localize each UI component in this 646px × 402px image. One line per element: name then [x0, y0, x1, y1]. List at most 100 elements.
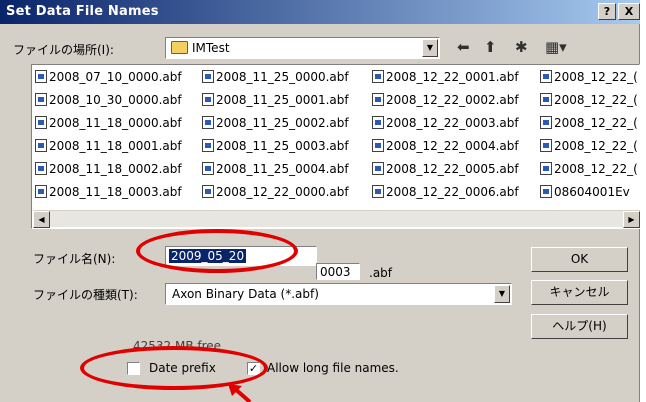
abf-file-icon — [372, 70, 384, 83]
abf-file-icon — [35, 116, 47, 129]
file-list-item[interactable]: 2008_12_22_0000.abf — [202, 183, 349, 201]
abf-file-icon — [372, 93, 384, 106]
counter-input[interactable]: 0003 — [316, 263, 360, 280]
help-button[interactable]: ヘルプ(H) — [531, 314, 628, 339]
file-list-item[interactable]: 2008_11_18_0002.abf — [35, 160, 182, 178]
location-value: IMTest — [192, 41, 230, 55]
file-list-item[interactable]: 2008_12_22_( — [540, 114, 637, 132]
horizontal-scrollbar[interactable]: ◀ ▶ — [33, 210, 640, 228]
file-list-item[interactable]: 2008_11_18_0001.abf — [35, 137, 182, 155]
file-list-item[interactable]: 2008_12_22_0001.abf — [372, 68, 519, 86]
annotation-circle-filename — [136, 229, 298, 273]
file-list-item[interactable]: 2008_07_10_0000.abf — [35, 68, 182, 86]
abf-file-icon — [35, 139, 47, 152]
file-list-item[interactable]: 2008_10_30_0000.abf — [35, 91, 182, 109]
file-name: 2008_12_22_( — [554, 116, 637, 130]
file-name: 2008_12_22_0001.abf — [386, 70, 519, 84]
back-icon[interactable]: ⬅ — [457, 39, 470, 55]
help-icon[interactable]: ? — [598, 3, 616, 20]
file-name: 2008_11_18_0001.abf — [49, 139, 182, 153]
annotation-arrow-icon — [228, 384, 252, 402]
cancel-button[interactable]: キャンセル — [531, 280, 628, 305]
file-list-item[interactable]: 2008_12_22_( — [540, 91, 637, 109]
extension-label: .abf — [369, 266, 393, 280]
abf-file-icon — [35, 70, 47, 83]
abf-file-icon — [540, 70, 552, 83]
file-list-item[interactable]: 2008_12_22_0005.abf — [372, 160, 519, 178]
file-name: 2008_12_22_0004.abf — [386, 139, 519, 153]
scroll-right-icon[interactable]: ▶ — [623, 211, 640, 228]
file-name: 2008_11_18_0002.abf — [49, 162, 182, 176]
abf-file-icon — [372, 162, 384, 175]
dialog-title: Set Data File Names — [6, 4, 159, 19]
file-list-item[interactable]: 2008_11_18_0000.abf — [35, 114, 182, 132]
file-list-item[interactable]: 2008_11_25_0002.abf — [202, 114, 349, 132]
file-list-item[interactable]: 2008_12_22_0006.abf — [372, 183, 519, 201]
file-name: 2008_12_22_( — [554, 162, 637, 176]
file-list-item[interactable]: 2008_11_25_0000.abf — [202, 68, 349, 86]
abf-file-icon — [202, 70, 214, 83]
filename-label: ファイル名(N): — [33, 252, 116, 266]
file-name: 2008_11_25_0002.abf — [216, 116, 349, 130]
file-name: 2008_07_10_0000.abf — [49, 70, 182, 84]
abf-file-icon — [202, 162, 214, 175]
file-name: 2008_12_22_0000.abf — [216, 185, 349, 199]
abf-file-icon — [540, 139, 552, 152]
file-name: 2008_11_25_0001.abf — [216, 93, 349, 107]
location-dropdown[interactable]: IMTest ▼ — [165, 37, 440, 59]
file-name: 08604001Ev — [554, 185, 630, 199]
long-names-label: Allow long file names. — [267, 361, 399, 375]
filetype-value: Axon Binary Data (*.abf) — [172, 287, 319, 301]
abf-file-icon — [540, 116, 552, 129]
new-folder-icon[interactable]: ✱ — [515, 39, 528, 55]
ok-button[interactable]: OK — [531, 247, 628, 272]
abf-file-icon — [202, 93, 214, 106]
set-data-file-names-dialog: Set Data File Names ? X ファイルの場所(I): IMTe… — [0, 0, 640, 402]
file-name: 2008_11_25_0003.abf — [216, 139, 349, 153]
counter-value: 0003 — [320, 265, 351, 279]
file-name: 2008_12_22_( — [554, 93, 637, 107]
title-bar: Set Data File Names ? X — [0, 0, 640, 24]
file-name: 2008_12_22_0006.abf — [386, 185, 519, 199]
up-folder-icon[interactable]: ⬆ — [484, 39, 497, 55]
abf-file-icon — [202, 185, 214, 198]
abf-file-icon — [372, 139, 384, 152]
abf-file-icon — [202, 139, 214, 152]
file-list-item[interactable]: 2008_12_22_( — [540, 160, 637, 178]
file-name: 2008_12_22_0002.abf — [386, 93, 519, 107]
file-name: 2008_12_22_0003.abf — [386, 116, 519, 130]
abf-file-icon — [540, 162, 552, 175]
filetype-dropdown[interactable]: Axon Binary Data (*.abf) ▼ — [165, 283, 512, 305]
file-list-item[interactable]: 2008_11_18_0003.abf — [35, 183, 182, 201]
file-name: 2008_12_22_( — [554, 139, 637, 153]
abf-file-icon — [35, 185, 47, 198]
scroll-left-icon[interactable]: ◀ — [33, 211, 50, 228]
abf-file-icon — [202, 116, 214, 129]
chevron-down-icon[interactable]: ▼ — [422, 39, 438, 57]
file-name: 2008_11_18_0003.abf — [49, 185, 182, 199]
file-list-item[interactable]: 2008_11_25_0004.abf — [202, 160, 349, 178]
file-name: 2008_10_30_0000.abf — [49, 93, 182, 107]
chevron-down-icon[interactable]: ▼ — [494, 285, 510, 303]
file-name: 2008_11_25_0004.abf — [216, 162, 349, 176]
file-name: 2008_12_22_( — [554, 70, 637, 84]
file-list-item[interactable]: 08604001Ev — [540, 183, 637, 201]
view-menu-icon[interactable]: ▦▾ — [545, 39, 567, 55]
file-list-item[interactable]: 2008_12_22_0003.abf — [372, 114, 519, 132]
abf-file-icon — [372, 185, 384, 198]
close-icon[interactable]: X — [618, 3, 640, 20]
file-list-item[interactable]: 2008_12_22_( — [540, 68, 637, 86]
file-list-item[interactable]: 2008_12_22_( — [540, 137, 637, 155]
file-name: 2008_11_18_0000.abf — [49, 116, 182, 130]
file-list-item[interactable]: 2008_12_22_0002.abf — [372, 91, 519, 109]
file-list-item[interactable]: 2008_12_22_0004.abf — [372, 137, 519, 155]
filetype-label: ファイルの種類(T): — [33, 288, 138, 302]
file-list-item[interactable]: 2008_11_25_0003.abf — [202, 137, 349, 155]
abf-file-icon — [35, 162, 47, 175]
abf-file-icon — [372, 116, 384, 129]
file-name: 2008_11_25_0000.abf — [216, 70, 349, 84]
abf-file-icon — [540, 185, 552, 198]
file-list-item[interactable]: 2008_11_25_0001.abf — [202, 91, 349, 109]
folder-icon — [171, 41, 188, 54]
location-label: ファイルの場所(I): — [13, 43, 114, 57]
